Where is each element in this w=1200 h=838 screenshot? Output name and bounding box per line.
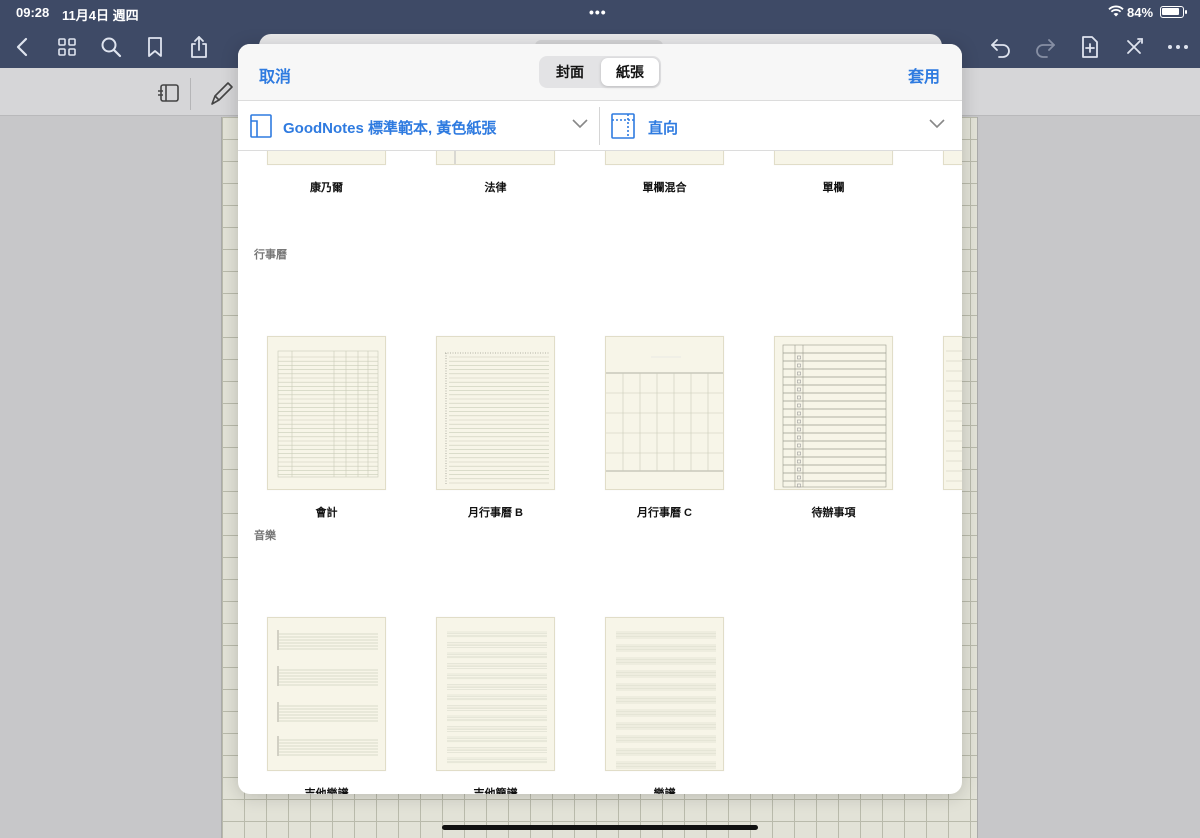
template-label: 法律	[484, 182, 507, 194]
template-accounting[interactable]	[267, 336, 386, 490]
template-single-column-mix[interactable]	[605, 151, 724, 165]
section-title-music: 音樂	[254, 530, 276, 542]
template-label: 康乃爾	[310, 182, 343, 194]
template-guitar-simple[interactable]	[436, 617, 555, 771]
pen-icon[interactable]	[208, 80, 234, 106]
segment-cover[interactable]: 封面	[541, 58, 599, 86]
battery-icon	[1160, 6, 1187, 18]
reader-mode-icon[interactable]	[156, 80, 182, 106]
template-monthly-calendar-c[interactable]	[605, 336, 724, 490]
close-toolbar-icon[interactable]	[1121, 34, 1147, 60]
template-todo[interactable]	[774, 336, 893, 490]
template-sheet-music[interactable]	[605, 617, 724, 771]
template-label: 待辦事項	[811, 507, 856, 519]
template-icon	[250, 114, 272, 138]
modal-header: 取消 封面 紙張 套用	[238, 44, 962, 101]
apply-button[interactable]: 套用	[908, 63, 940, 87]
battery-percent: 84%	[1127, 5, 1154, 20]
chevron-down-icon	[572, 119, 588, 129]
redo-icon[interactable]	[1032, 34, 1058, 60]
search-icon[interactable]	[98, 34, 124, 60]
back-icon[interactable]	[10, 34, 36, 60]
multitasking-dots[interactable]: •••	[589, 4, 607, 20]
template-guitar-tab[interactable]	[267, 617, 386, 771]
template-cornell[interactable]	[267, 151, 386, 165]
template-label: 吉他樂譜	[304, 788, 349, 794]
template-grid[interactable]: 康乃爾 法律 單欄混合 單欄 行事曆 會計 月行事曆 B 月行事曆 C 待辦事項…	[238, 151, 962, 794]
template-monthly-calendar-b[interactable]	[436, 336, 555, 490]
template-partial[interactable]	[943, 151, 962, 165]
template-label: 會計	[315, 507, 338, 519]
template-label: 單欄	[822, 182, 845, 194]
orientation-select[interactable]: 直向	[600, 101, 962, 151]
template-label: 單欄混合	[642, 182, 687, 194]
home-indicator[interactable]	[442, 825, 758, 830]
segment-paper[interactable]: 紙張	[601, 58, 659, 86]
template-select-label: GoodNotes 標準範本, 黃色紙張	[283, 120, 497, 137]
orientation-icon	[611, 113, 635, 139]
more-icon[interactable]	[1165, 34, 1191, 60]
status-date: 11月4日 週四	[62, 8, 139, 23]
toolbar-separator	[190, 78, 191, 110]
template-label: 樂譜	[653, 788, 676, 794]
status-time: 09:28	[16, 5, 50, 20]
template-label: 月行事曆 C	[637, 507, 692, 519]
template-legal[interactable]	[436, 151, 555, 165]
cancel-button[interactable]: 取消	[259, 63, 291, 87]
orientation-select-label: 直向	[648, 120, 679, 137]
share-icon[interactable]	[186, 34, 212, 60]
wifi-icon	[1108, 5, 1124, 17]
template-label: 吉他簡譜	[473, 788, 518, 794]
template-select[interactable]: GoodNotes 標準範本, 黃色紙張	[238, 101, 599, 151]
template-single-column[interactable]	[774, 151, 893, 165]
undo-icon[interactable]	[988, 34, 1014, 60]
template-picker-modal: 取消 封面 紙張 套用 GoodNotes 標準範本, 黃色紙張 直向 康乃爾 …	[238, 44, 962, 794]
grid-icon[interactable]	[54, 34, 80, 60]
section-title-calendar: 行事曆	[254, 249, 287, 261]
status-bar: 09:28 11月4日 週四 ••• 84%	[0, 0, 1200, 24]
selector-row: GoodNotes 標準範本, 黃色紙張 直向	[238, 101, 962, 151]
cover-paper-segmented-control: 封面 紙張	[539, 56, 661, 88]
template-weekly-partial[interactable]	[943, 336, 962, 490]
chevron-down-icon	[929, 119, 945, 129]
template-label: 月行事曆 B	[468, 507, 523, 519]
add-page-icon[interactable]	[1077, 34, 1103, 60]
bookmark-icon[interactable]	[142, 34, 168, 60]
